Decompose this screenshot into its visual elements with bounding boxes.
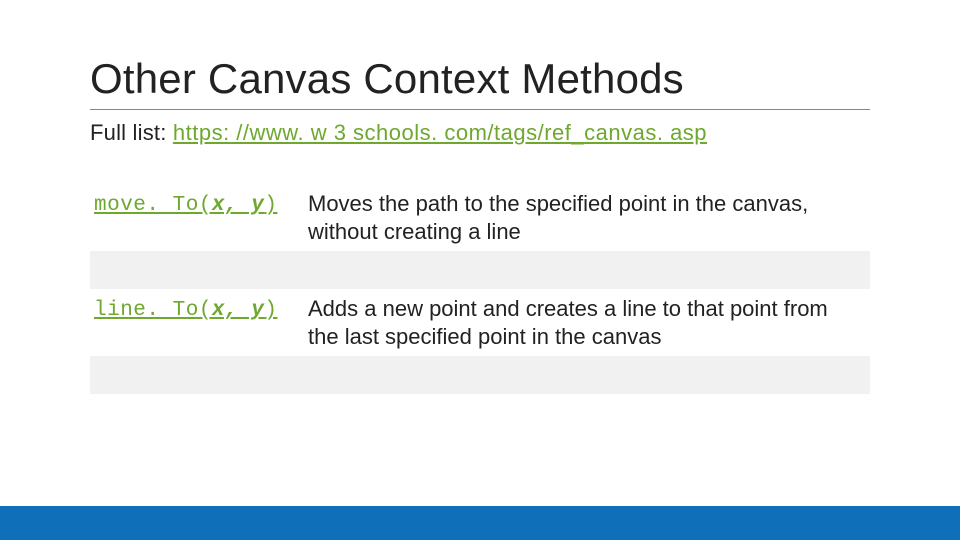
reference-link[interactable]: https: //www. w 3 schools. com/tags/ref_… — [173, 120, 707, 145]
method-link-moveto[interactable]: move. To(x, y) — [94, 194, 277, 217]
subtitle: Full list: https: //www. w 3 schools. co… — [90, 120, 870, 146]
slide-title: Other Canvas Context Methods — [90, 55, 870, 103]
method-link-lineto[interactable]: line. To(x, y) — [94, 299, 277, 322]
method-args: x, y — [212, 194, 264, 217]
method-suffix: ) — [264, 299, 277, 322]
table-row: move. To(x, y) Moves the path to the spe… — [90, 184, 870, 251]
method-prefix: line. To( — [94, 299, 212, 322]
method-description: Moves the path to the specified point in… — [304, 184, 870, 251]
footer-bar — [0, 506, 960, 540]
slide: Other Canvas Context Methods Full list: … — [0, 0, 960, 540]
method-description: Adds a new point and creates a line to t… — [304, 289, 870, 356]
table-row: line. To(x, y) Adds a new point and crea… — [90, 289, 870, 356]
method-prefix: move. To( — [94, 194, 212, 217]
subtitle-label: Full list: — [90, 120, 173, 145]
table-row — [90, 251, 870, 289]
method-suffix: ) — [264, 194, 277, 217]
table-row — [90, 356, 870, 394]
methods-table: move. To(x, y) Moves the path to the spe… — [90, 184, 870, 394]
method-args: x, y — [212, 299, 264, 322]
title-divider — [90, 109, 870, 110]
